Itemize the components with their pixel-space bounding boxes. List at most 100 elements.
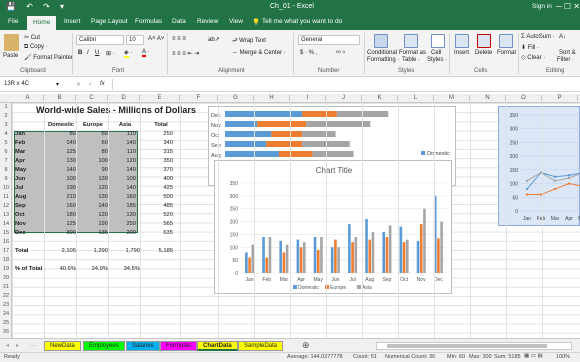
row-header-17[interactable]: 17 — [0, 248, 12, 257]
row-header-10[interactable]: 10 — [0, 185, 12, 194]
europe-cell[interactable]: 100 — [80, 158, 108, 164]
sheet-nav-next-icon[interactable]: ▸ — [16, 342, 19, 349]
asia-cell[interactable]: 140 — [112, 167, 136, 173]
column-heading[interactable]: Europe — [78, 122, 108, 128]
stacked-bar-segment[interactable] — [312, 151, 354, 157]
row-header-2[interactable]: 2 — [0, 113, 12, 122]
conditional-formatting-icon[interactable] — [374, 34, 388, 48]
stacked-bar-segment[interactable] — [302, 131, 336, 137]
column-bar[interactable] — [365, 219, 368, 273]
stacked-bar-segment[interactable] — [225, 151, 279, 157]
europe-cell[interactable]: 120 — [80, 185, 108, 191]
align-top-icon[interactable]: ≡ ≡ ≡ — [172, 36, 186, 42]
sort-filter-icon[interactable]: A↓ — [559, 34, 566, 40]
domestic-cell[interactable]: 190 — [48, 185, 76, 191]
asia-cell[interactable]: 110 — [112, 149, 136, 155]
column-bar[interactable] — [368, 239, 372, 273]
column-bar[interactable] — [437, 238, 440, 273]
fill-button[interactable]: ⬇ Fill · — [521, 44, 539, 51]
domestic-cell[interactable]: 125 — [48, 149, 76, 155]
percent-cell[interactable]: 24.9% — [80, 266, 108, 272]
total-cell[interactable]: 250 — [147, 131, 173, 137]
format-cells-button[interactable]: Format — [497, 50, 516, 56]
asia-cell[interactable]: 250 — [112, 221, 136, 227]
row-header-12[interactable]: 12 — [0, 203, 12, 212]
number-format-select[interactable]: General — [298, 35, 360, 45]
total-cell[interactable]: 370 — [147, 167, 173, 173]
column-header-d[interactable]: D — [108, 95, 140, 101]
tab-home[interactable]: Home — [27, 16, 57, 30]
column-bar[interactable] — [296, 239, 300, 273]
fill-color-icon[interactable]: ◈ · — [124, 49, 132, 58]
italic-button[interactable]: I — [87, 50, 89, 56]
row-label-month[interactable]: Mar — [15, 149, 25, 155]
percent-cell[interactable]: 40.6% — [48, 266, 76, 272]
add-sheet-icon[interactable]: ⊕ — [302, 340, 310, 351]
total-cell[interactable]: 350 — [147, 158, 173, 164]
cut-button[interactable]: ✂ Cut — [24, 34, 40, 41]
row-header-20[interactable]: 20 — [0, 275, 12, 284]
column-bar[interactable] — [299, 247, 303, 273]
row-label-month[interactable]: Sep — [15, 203, 26, 209]
bold-button[interactable]: B — [78, 50, 82, 56]
underline-button[interactable]: U — [95, 50, 99, 56]
column-heading[interactable]: Domestic — [46, 122, 76, 128]
row-header-7[interactable]: 7 — [0, 158, 12, 167]
font-grow-shrink-icon[interactable]: A˄ A˅ — [148, 36, 164, 42]
column-bar[interactable] — [388, 225, 392, 273]
asia-cell[interactable]: 140 — [112, 185, 136, 191]
tell-me-search[interactable]: Tell me what you want to do — [262, 18, 342, 25]
row-header-21[interactable]: 21 — [0, 284, 12, 293]
window-controls[interactable]: ─ ☐ ✕ — [556, 2, 580, 11]
delete-cells-button[interactable]: Delete — [475, 50, 492, 56]
column-bar[interactable] — [285, 244, 289, 273]
totals-cell[interactable]: 1,790 — [112, 248, 140, 254]
enter-icon[interactable]: ✓ — [88, 81, 93, 88]
column-header-f[interactable]: F — [180, 95, 218, 101]
sheet-tab-employees[interactable]: Employees — [83, 341, 125, 351]
line-point[interactable] — [553, 175, 557, 178]
europe-cell[interactable]: 190 — [80, 221, 108, 227]
tab-formulas[interactable]: Formulas — [135, 18, 162, 25]
line-point[interactable] — [567, 176, 571, 180]
line-point[interactable] — [567, 174, 571, 177]
total-cell[interactable]: 485 — [147, 203, 173, 209]
font-name-select[interactable]: Calibri — [76, 35, 124, 45]
totals-cell[interactable]: 1,290 — [80, 248, 108, 254]
tab-page-layout[interactable]: Page Layout — [91, 18, 128, 25]
format-as-table-icon[interactable] — [404, 34, 418, 48]
row-label-month[interactable]: Apr — [15, 158, 25, 164]
currency-percent-comma-icons[interactable]: $ · % , — [300, 50, 317, 56]
column-header-o[interactable]: O — [506, 95, 542, 101]
row-label-month[interactable]: Nov — [15, 221, 26, 227]
format-as-table-label[interactable]: Format as — [399, 50, 426, 56]
row-label-month[interactable]: Jun — [15, 176, 25, 182]
column-bar[interactable] — [313, 237, 317, 273]
wrap-text-button[interactable]: ⮐ Wrap Text — [232, 36, 266, 46]
column-bar[interactable] — [262, 237, 265, 273]
column-bar[interactable] — [248, 257, 251, 273]
column-header-k[interactable]: K — [362, 95, 398, 101]
domestic-cell[interactable]: 210 — [48, 194, 76, 200]
border-icon[interactable]: ⊞ · — [106, 50, 115, 57]
row-header-26[interactable]: 26 — [0, 329, 12, 338]
stacked-bar-segment[interactable] — [306, 121, 371, 127]
column-bar[interactable] — [337, 247, 340, 273]
delete-cells-icon[interactable] — [477, 34, 491, 48]
column-bar[interactable] — [382, 231, 386, 273]
column-bar[interactable] — [402, 242, 406, 273]
total-cell[interactable]: 425 — [147, 185, 173, 191]
asia-cell[interactable]: 130 — [112, 212, 136, 218]
domestic-cell[interactable]: 160 — [48, 203, 76, 209]
clustered-column-chart[interactable]: Chart Title 0 50 100 150 200 250 300 350 Jan Feb Ma… — [214, 160, 452, 294]
tab-file[interactable]: File — [8, 18, 18, 25]
asia-cell[interactable]: 200 — [112, 230, 136, 236]
asia-cell[interactable]: 100 — [112, 176, 136, 182]
total-cell[interactable]: 400 — [147, 176, 173, 182]
decimal-icons[interactable]: ⁰⁰ ⁰ — [336, 50, 345, 57]
row-label-month[interactable]: Jan — [15, 131, 25, 137]
column-bar[interactable] — [245, 252, 248, 273]
column-bar[interactable] — [419, 224, 423, 273]
europe-cell[interactable]: 90 — [80, 167, 108, 173]
column-header-e[interactable]: E — [140, 95, 180, 101]
